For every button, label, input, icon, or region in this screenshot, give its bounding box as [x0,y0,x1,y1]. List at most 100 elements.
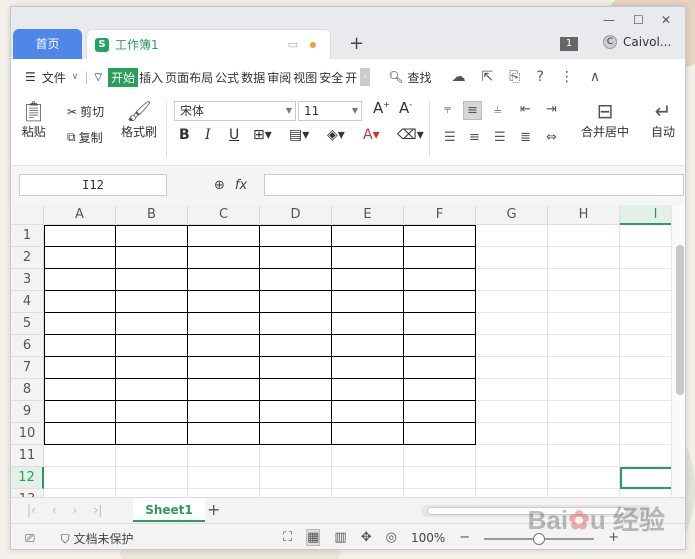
cell-d5[interactable] [260,313,332,335]
cell-a7[interactable] [44,357,116,379]
cell-f4[interactable] [404,291,476,313]
cell-e7[interactable] [332,357,404,379]
cell-h1[interactable] [548,225,620,247]
format-painter-button[interactable]: 🖌︎ 格式刷 [121,99,157,140]
normal-view-icon[interactable]: ▦ [306,529,321,546]
cell-c7[interactable] [188,357,260,379]
decrease-font-icon[interactable]: A- [399,99,412,117]
cell-a11[interactable] [44,445,116,467]
close-icon[interactable]: ✕ [661,13,671,27]
cell-i9[interactable] [620,401,671,423]
cell-g4[interactable] [476,291,548,313]
cell-c12[interactable] [188,467,260,489]
auto-wrap-button[interactable]: ↵ 自动 [651,99,675,140]
tab-page-layout[interactable]: 页面布局 [164,69,214,86]
borders-icon[interactable]: ⊞▾ [253,127,272,143]
align-bottom-icon[interactable]: ⫨ [491,101,504,118]
sheet-tab[interactable]: Sheet1 [133,498,205,522]
align-middle-icon[interactable]: ≡ [463,101,482,120]
reading-mode-icon[interactable]: ✥ [361,530,372,545]
row-header-5[interactable]: 5 [11,313,44,335]
file-menu[interactable]: ☰ 文件 ∨ [25,69,78,86]
cell-f12[interactable] [404,467,476,489]
prev-sheet-icon[interactable]: ‹ [52,503,57,517]
cell-e9[interactable] [332,401,404,423]
cell-e13[interactable] [332,489,404,497]
name-box[interactable]: I12 [19,174,167,196]
cell-h3[interactable] [548,269,620,291]
column-header-b[interactable]: B [116,205,188,225]
cell-c3[interactable] [188,269,260,291]
row-header-11[interactable]: 11 [11,445,44,467]
cell-f3[interactable] [404,269,476,291]
cell-h2[interactable] [548,247,620,269]
cell-c2[interactable] [188,247,260,269]
column-header-c[interactable]: C [188,205,260,225]
cell-a9[interactable] [44,401,116,423]
cell-f11[interactable] [404,445,476,467]
fill-color-icon[interactable]: ◈▾ [327,127,345,143]
cell-g7[interactable] [476,357,548,379]
first-sheet-icon[interactable]: |‹ [27,503,36,517]
cell-i10[interactable] [620,423,671,445]
cell-g11[interactable] [476,445,548,467]
cell-g12[interactable] [476,467,548,489]
zoom-level[interactable]: 100% [411,531,445,545]
tab-workbook[interactable]: S 工作簿1 ▭ [86,29,331,59]
cell-b2[interactable] [116,247,188,269]
cell-f13[interactable] [404,489,476,497]
cell-h5[interactable] [548,313,620,335]
add-sheet-icon[interactable]: + [207,500,220,519]
cell-c13[interactable] [188,489,260,497]
cell-g5[interactable] [476,313,548,335]
cell-f5[interactable] [404,313,476,335]
justify-icon[interactable]: ≣ [517,129,534,146]
cloud-sync-icon[interactable]: ☁ [452,69,466,85]
formula-input[interactable] [264,174,684,196]
merge-center-button[interactable]: ⊟ 合并居中 [581,99,629,140]
tab-insert[interactable]: 插入 [138,69,164,86]
cell-f8[interactable] [404,379,476,401]
cell-f1[interactable] [404,225,476,247]
share-icon[interactable]: ⇱ [482,69,494,85]
align-left-icon[interactable]: ☰ [441,129,459,146]
cell-e11[interactable] [332,445,404,467]
cell-d8[interactable] [260,379,332,401]
zoom-search-icon[interactable]: ⊕ [214,178,225,193]
row-header-10[interactable]: 10 [11,423,44,445]
cell-b5[interactable] [116,313,188,335]
cell-a5[interactable] [44,313,116,335]
minimize-icon[interactable]: — [603,13,615,27]
cell-i6[interactable] [620,335,671,357]
cell-d1[interactable] [260,225,332,247]
cell-g9[interactable] [476,401,548,423]
cell-i12[interactable] [620,467,671,489]
find-button[interactable]: 🔍︎ 查找 [388,69,431,86]
cell-c10[interactable] [188,423,260,445]
cell-b6[interactable] [116,335,188,357]
cell-h13[interactable] [548,489,620,497]
font-name-select[interactable]: 宋体 ▼ [174,101,296,121]
cell-g6[interactable] [476,335,548,357]
distributed-icon[interactable]: ⇔ [543,129,560,146]
cell-b12[interactable] [116,467,188,489]
column-header-g[interactable]: G [476,205,548,225]
tab-review[interactable]: 审阅 [266,69,292,86]
decrease-indent-icon[interactable]: ⇤ [517,101,534,118]
cell-d9[interactable] [260,401,332,423]
cell-d10[interactable] [260,423,332,445]
plus-icon[interactable]: + [349,33,364,54]
increase-indent-icon[interactable]: ⇥ [543,101,560,118]
user-account[interactable]: C Caivol... [603,35,671,49]
cell-d7[interactable] [260,357,332,379]
cell-i1[interactable] [620,225,671,247]
eye-protection-icon[interactable]: ◎ [386,530,397,545]
row-header-2[interactable]: 2 [11,247,44,269]
cell-b13[interactable] [116,489,188,497]
expand-icon[interactable]: ▽ [94,72,102,83]
cell-i2[interactable] [620,247,671,269]
column-header-h[interactable]: H [548,205,620,225]
bold-button[interactable]: B [179,127,190,143]
tab-formulas[interactable]: 公式 [214,69,240,86]
cell-d4[interactable] [260,291,332,313]
